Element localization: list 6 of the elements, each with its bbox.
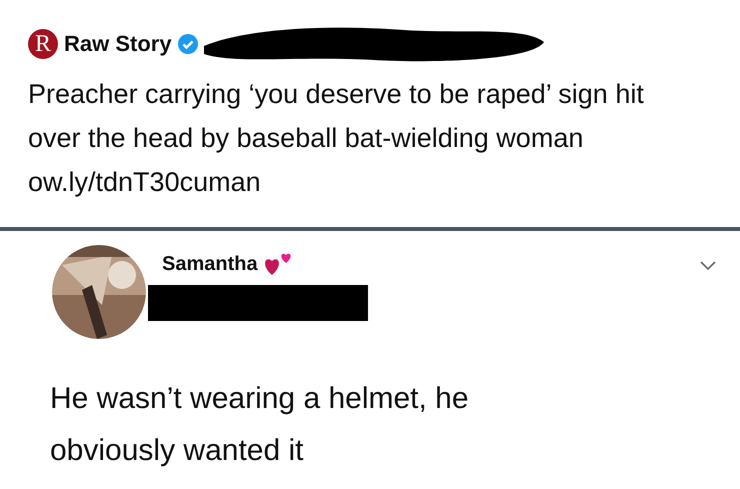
logo-icon: R bbox=[28, 29, 58, 59]
chevron-down-icon[interactable] bbox=[700, 261, 716, 271]
author-name[interactable]: Raw Story bbox=[64, 31, 172, 57]
reply-text: He wasn’t wearing a helmet, he obviously wanted it bbox=[50, 381, 470, 469]
post-text: Preacher carrying ‘you deserve to be raped’ sign hit over the head by baseball bat-wielding woman ow.ly/tdnT30cuman bbox=[28, 78, 645, 199]
reply-author-name[interactable]: Samantha bbox=[162, 252, 258, 276]
